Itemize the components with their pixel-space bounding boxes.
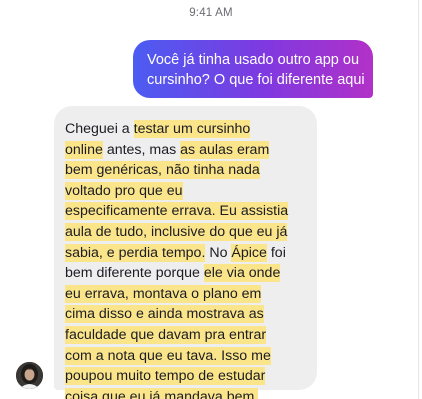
- chat-screen: 9:41 AM Você já tinha usado outro app ou…: [0, 0, 422, 399]
- highlighted-text: cima disso e ainda mostrava as: [65, 305, 264, 324]
- highlighted-text: faculdade que davam pra entrar: [65, 325, 267, 344]
- highlighted-text: ele via onde: [203, 264, 281, 283]
- message-line: bem diferente porque ele via onde: [65, 263, 307, 284]
- message-text: foi: [266, 244, 286, 261]
- message-text: bem diferente porque: [65, 265, 204, 282]
- message-text: Cheguei a: [65, 121, 134, 137]
- message-line: eu errava, montava o plano em: [65, 284, 307, 305]
- highlighted-text: bem genéricas, não tinha nada: [65, 161, 260, 180]
- message-line: especificamente errava. Eu assistia: [65, 201, 307, 222]
- message-text: antes, mas: [102, 141, 181, 158]
- avatar[interactable]: [16, 362, 43, 389]
- highlighted-text: com a nota que eu tava. Isso me: [65, 346, 271, 365]
- message-text: No: [205, 244, 232, 261]
- message-line: aula de tudo, inclusive do que eu já: [65, 222, 307, 243]
- user-avatar-icon: [16, 362, 43, 389]
- message-line: faculdade que davam pra entrar: [65, 325, 307, 346]
- message-line: voltado pro que eu: [65, 181, 307, 202]
- message-line: poupou muito tempo de estudar: [65, 366, 307, 387]
- message-line: online antes, mas as aulas eram: [65, 140, 307, 161]
- message-line: cima disso e ainda mostrava as: [65, 304, 307, 325]
- highlighted-text: Ápice: [231, 243, 267, 262]
- scrollbar-track: [418, 0, 419, 399]
- outgoing-message-bubble[interactable]: Você já tinha usado outro app ou cursinh…: [133, 40, 373, 98]
- highlighted-text: coisa que eu já mandava bem.: [65, 387, 259, 399]
- message-line: Cheguei a testar um cursinho: [65, 119, 307, 140]
- message-line: cursinho? O que foi diferente aqui: [147, 72, 365, 88]
- highlighted-text: poupou muito tempo de estudar: [65, 367, 266, 386]
- highlighted-text: testar um cursinho: [133, 120, 251, 138]
- highlighted-text: voltado pro que eu: [65, 181, 183, 200]
- incoming-message-bubble[interactable]: Cheguei a testar um cursinho online antes…: [54, 106, 317, 399]
- highlighted-text: especificamente errava. Eu assistia: [65, 202, 289, 221]
- highlighted-text: aula de tudo, inclusive do que eu já: [65, 222, 288, 241]
- message-line: com a nota que eu tava. Isso me: [65, 346, 307, 367]
- message-line: sabia, e perdia tempo. No Ápice foi: [65, 243, 307, 264]
- message-line: coisa que eu já mandava bem.: [65, 387, 307, 399]
- message-line: bem genéricas, não tinha nada: [65, 160, 307, 181]
- highlighted-text: eu errava, montava o plano em: [65, 284, 262, 303]
- message-timestamp: 9:41 AM: [189, 7, 233, 19]
- highlighted-text: sabia, e perdia tempo.: [65, 243, 206, 262]
- highlighted-text: online: [65, 140, 103, 159]
- message-line: Você já tinha usado outro app ou: [147, 52, 360, 68]
- highlighted-text: as aulas eram: [180, 140, 270, 159]
